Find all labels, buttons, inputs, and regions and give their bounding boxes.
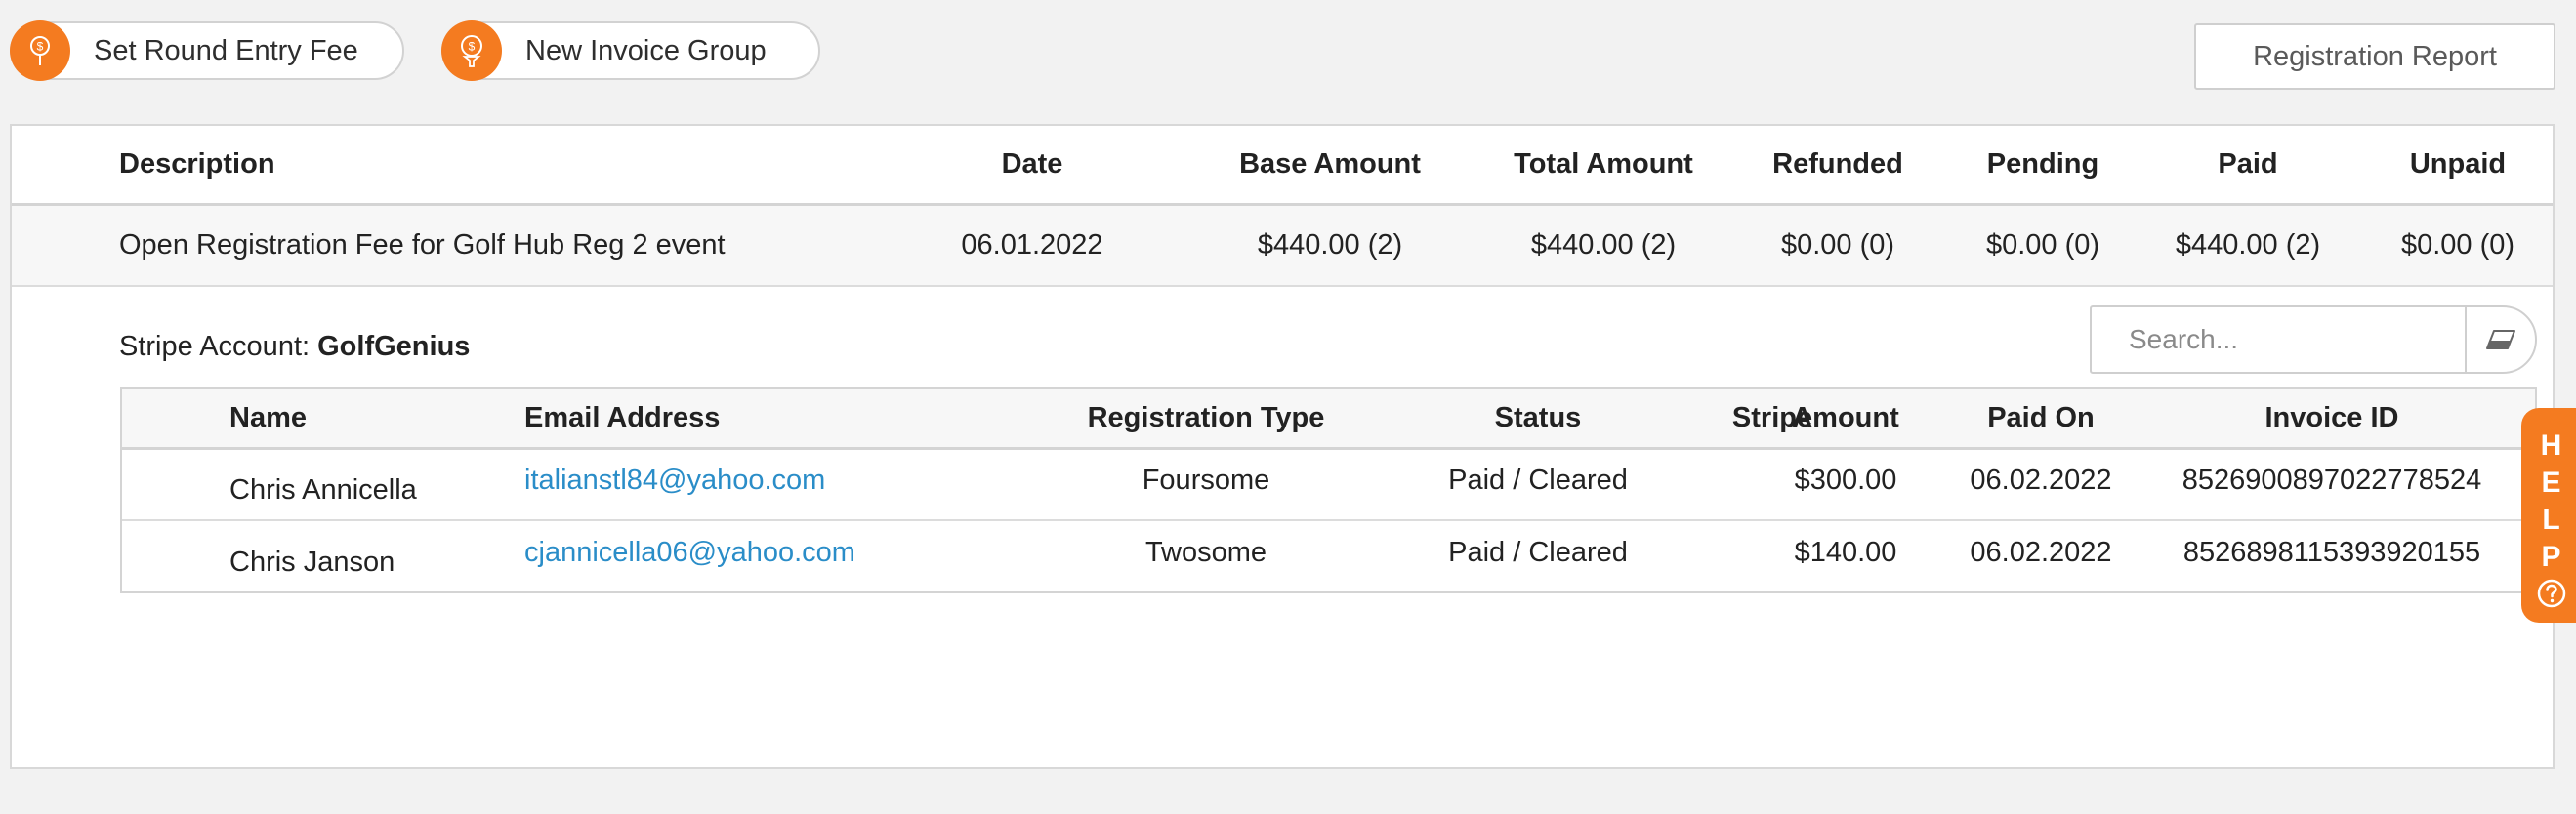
- fee-refunded: $0.00 (0): [1780, 229, 1895, 261]
- fee-total-amount: $440.00 (2): [1530, 229, 1677, 261]
- stripe-account-text: Stripe Account: GolfGenius: [119, 331, 470, 363]
- fee-description-link[interactable]: Open Registration Fee for Golf Hub Reg 2…: [119, 206, 726, 285]
- eraser-icon[interactable]: [2465, 307, 2535, 372]
- new-invoice-group-button[interactable]: $ New Invoice Group: [441, 20, 820, 81]
- stripe-account-name: GolfGenius: [317, 331, 471, 362]
- search-box: [2090, 305, 2537, 374]
- set-round-entry-fee-button[interactable]: $ Set Round Entry Fee: [10, 20, 404, 81]
- fee-date: 06.01.2022: [961, 229, 1103, 261]
- registration-invoice-id: 852690089702277852​4: [2181, 465, 2482, 496]
- header-name: Name: [229, 402, 307, 433]
- table-row[interactable]: Chris Janson cjannicella06@yahoo.com Two…: [122, 521, 2535, 592]
- header-refunded: Refunded: [1772, 148, 1903, 180]
- set-round-entry-fee-label: Set Round Entry Fee: [94, 34, 358, 66]
- registration-report-button[interactable]: Registration Report: [2194, 23, 2555, 90]
- golf-pin-icon: $: [10, 20, 70, 81]
- stripe-account-label: Stripe Account:: [119, 331, 318, 362]
- new-invoice-group-label: New Invoice Group: [525, 34, 767, 66]
- registration-invoice-id: 852689811539392015​5: [2182, 537, 2481, 568]
- registrant-email-link[interactable]: cjannicella06@yahoo.com: [524, 521, 855, 592]
- header-base-amount: Base Amount: [1239, 148, 1421, 180]
- header-email: Email Address: [524, 402, 721, 433]
- svg-text:$: $: [37, 40, 44, 54]
- registrations-table-header: Name Email Address Registration Type Sta…: [122, 389, 2535, 450]
- header-total-amount: Total Amount: [1514, 148, 1693, 180]
- header-pending: Pending: [1986, 148, 2099, 180]
- header-paid: Paid: [2218, 148, 2278, 180]
- fee-paid: $440.00 (2): [2175, 229, 2321, 261]
- registrant-email-link[interactable]: italianstl84@yahoo.com: [524, 450, 825, 519]
- question-circle-icon: [2536, 578, 2567, 614]
- help-letter: L: [2542, 504, 2561, 536]
- registrant-name: Chris Annicella: [229, 474, 417, 506]
- fee-base-amount: $440.00 (2): [1257, 229, 1403, 261]
- help-tab[interactable]: H E L P: [2521, 408, 2576, 623]
- registrations-table: Name Email Address Registration Type Sta…: [120, 387, 2537, 593]
- main-table-header: Description Date Base Amount Total Amoun…: [12, 126, 2553, 206]
- svg-text:$: $: [469, 40, 476, 54]
- header-invoice-id: Invoice ID: [2264, 402, 2399, 433]
- help-letter: H: [2540, 429, 2563, 462]
- registrant-name: Chris Janson: [229, 547, 395, 578]
- help-letter: E: [2541, 467, 2562, 499]
- golf-ball-tee-icon: $: [441, 20, 502, 81]
- search-input[interactable]: [2092, 307, 2465, 372]
- header-unpaid: Unpaid: [2409, 148, 2507, 180]
- fee-pending: $0.00 (0): [1985, 229, 2100, 261]
- header-date: Date: [1001, 148, 1063, 180]
- fee-unpaid: $0.00 (0): [2400, 229, 2515, 261]
- header-description: Description: [119, 148, 275, 180]
- help-letter: P: [2541, 541, 2562, 573]
- table-row[interactable]: Open Registration Fee for Golf Hub Reg 2…: [12, 206, 2553, 287]
- table-row[interactable]: Chris Annicella italianstl84@yahoo.com F…: [122, 450, 2535, 521]
- invoice-panel: Description Date Base Amount Total Amoun…: [10, 124, 2555, 769]
